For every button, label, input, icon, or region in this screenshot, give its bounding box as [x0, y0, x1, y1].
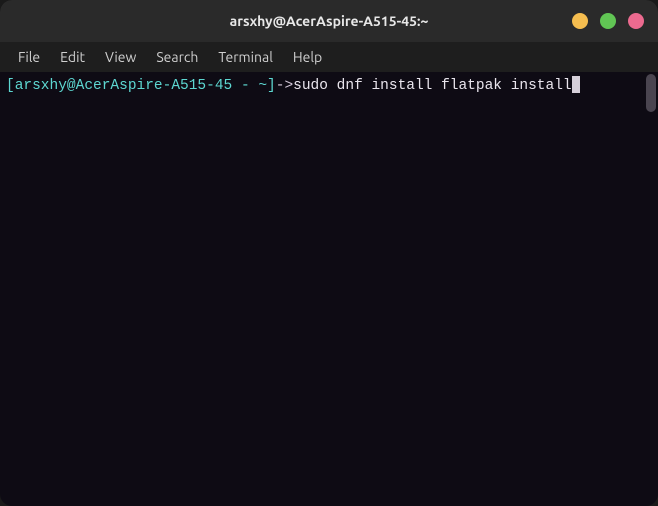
prompt-line: [arsxhy@AcerAspire-A515-45 - ~]->sudo dn… [6, 76, 652, 96]
shell-prompt: [arsxhy@AcerAspire-A515-45 - ~] [6, 78, 276, 94]
prompt-arrow: -> [276, 78, 293, 94]
terminal-body[interactable]: [arsxhy@AcerAspire-A515-45 - ~]->sudo dn… [0, 72, 658, 506]
scrollbar[interactable] [646, 74, 656, 112]
terminal-window: arsxhy@AcerAspire-A515-45:~ File Edit Vi… [0, 0, 658, 506]
menubar: File Edit View Search Terminal Help [0, 42, 658, 72]
cursor-icon [572, 76, 580, 93]
close-icon[interactable] [628, 13, 644, 29]
maximize-icon[interactable] [600, 13, 616, 29]
menu-help[interactable]: Help [283, 45, 332, 69]
menu-file[interactable]: File [8, 45, 50, 69]
titlebar[interactable]: arsxhy@AcerAspire-A515-45:~ [0, 0, 658, 42]
minimize-icon[interactable] [572, 13, 588, 29]
command-text: sudo dnf install flatpak install [293, 78, 571, 94]
menu-view[interactable]: View [95, 45, 146, 69]
menu-search[interactable]: Search [146, 45, 208, 69]
menu-edit[interactable]: Edit [50, 45, 95, 69]
window-title: arsxhy@AcerAspire-A515-45:~ [230, 13, 429, 29]
menu-terminal[interactable]: Terminal [208, 45, 283, 69]
window-controls [572, 13, 644, 29]
